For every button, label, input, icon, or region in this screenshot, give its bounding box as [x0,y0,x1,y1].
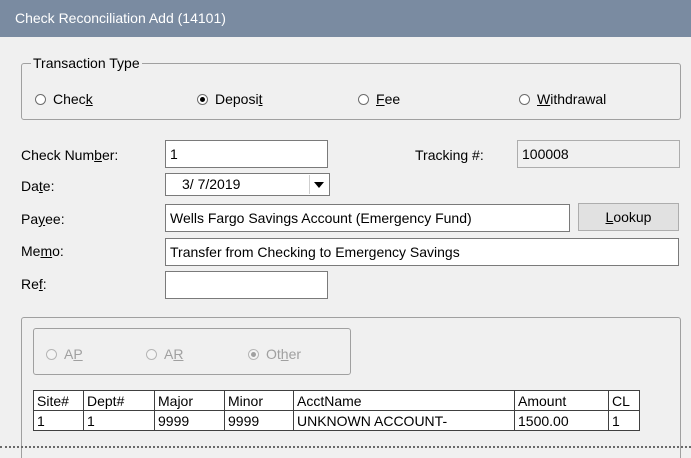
ref-label: Ref: [21,276,47,292]
radio-check[interactable]: Check [35,91,93,107]
cut-edge-divider [0,446,691,448]
table-cell[interactable]: 9999 [154,410,225,431]
radio-check-indicator [35,93,46,105]
radio-ar[interactable]: AR [146,346,183,362]
title-bar: Check Reconciliation Add (14101) [0,0,691,37]
lookup-button[interactable]: Lookup [578,203,679,231]
lookup-button-label: Lookup [605,209,652,225]
date-value: 3/ 7/2019 [182,176,241,192]
table-cell[interactable]: 1500.00 [514,410,609,431]
check-number-value: 1 [170,146,178,162]
column-header[interactable]: Site# [33,390,84,411]
column-header[interactable]: Major [154,390,225,411]
date-label: Date: [21,178,55,194]
table-cell[interactable]: UNKNOWN ACCOUNT- [293,410,515,431]
ref-input[interactable] [165,271,328,299]
column-header[interactable]: Amount [514,390,609,411]
account-grid[interactable]: Site# Dept# Major Minor AcctName Amount … [33,390,640,431]
column-header[interactable]: Dept# [83,390,155,411]
table-cell[interactable]: 1 [33,410,84,431]
radio-ap-indicator [46,348,57,360]
table-cell[interactable]: 9999 [224,410,294,431]
memo-value: Transfer from Checking to Emergency Savi… [170,244,460,260]
radio-other-label: Other [266,346,302,362]
radio-check-label: Check [53,91,93,107]
payee-input[interactable]: Wells Fargo Savings Account (Emergency F… [165,204,570,232]
memo-label: Memo: [21,243,64,259]
radio-other[interactable]: Other [248,346,301,362]
radio-ap-label: AP [64,346,83,362]
table-cell[interactable]: 1 [608,410,640,431]
radio-fee-indicator [358,93,369,105]
payee-label: Payee: [21,211,65,227]
radio-ap[interactable]: AP [46,346,83,362]
radio-withdrawal-indicator [519,93,530,105]
tracking-field: 100008 [517,140,680,168]
date-dropdown[interactable]: 3/ 7/2019 [165,173,330,196]
payee-value: Wells Fargo Savings Account (Emergency F… [170,210,472,226]
radio-fee[interactable]: Fee [358,91,400,107]
tracking-label: Tracking #: [415,147,484,163]
radio-ar-label: AR [164,346,184,362]
column-header[interactable]: CL [608,390,640,411]
column-header[interactable]: Minor [224,390,294,411]
radio-deposit[interactable]: Deposit [197,91,262,107]
radio-deposit-label: Deposit [215,91,263,107]
radio-deposit-indicator [197,93,208,105]
radio-withdrawal-label: Withdrawal [537,91,607,107]
grid-header-row: Site# Dept# Major Minor AcctName Amount … [33,390,640,411]
window-title: Check Reconciliation Add (14101) [15,10,226,26]
table-row[interactable]: 1 1 9999 9999 UNKNOWN ACCOUNT- 1500.00 1 [33,410,640,431]
transaction-type-legend: Transaction Type [31,55,142,71]
radio-ar-indicator [146,348,157,360]
check-number-input[interactable]: 1 [165,140,328,168]
chevron-down-icon[interactable] [309,175,328,194]
tracking-value: 100008 [522,146,569,162]
table-cell[interactable]: 1 [83,410,155,431]
radio-withdrawal[interactable]: Withdrawal [519,91,606,107]
radio-other-indicator [248,348,259,360]
memo-input[interactable]: Transfer from Checking to Emergency Savi… [165,238,679,266]
column-header[interactable]: AcctName [293,390,515,411]
radio-fee-label: Fee [376,91,401,107]
check-number-label: Check Number: [21,147,119,163]
